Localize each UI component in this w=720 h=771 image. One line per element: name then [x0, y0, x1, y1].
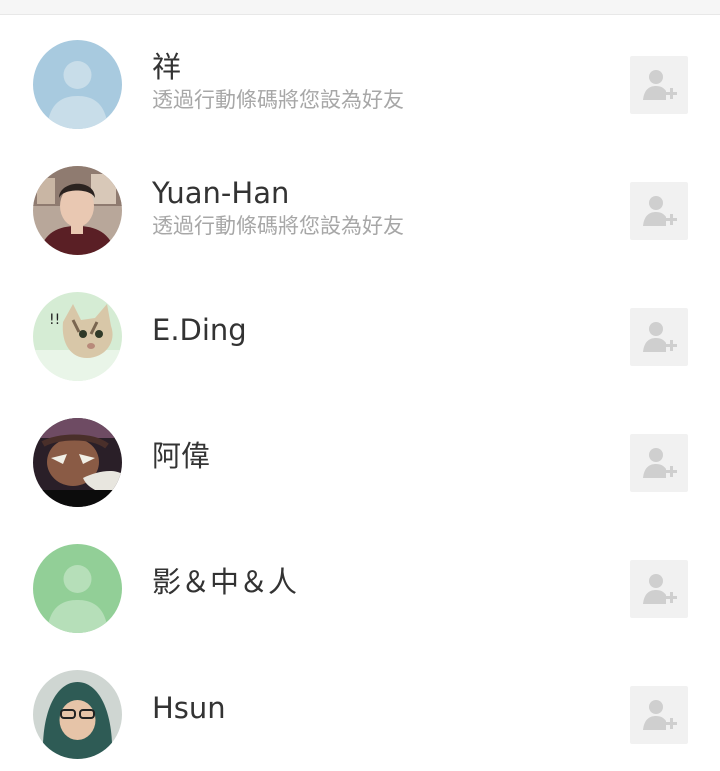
add-friend-icon	[643, 196, 677, 226]
add-friend-icon	[643, 70, 677, 100]
contact-subtitle: 透過行動條碼將您設為好友	[152, 214, 404, 238]
contact-name: Yuan-Han	[152, 176, 290, 210]
hood-photo-avatar[interactable]	[33, 670, 122, 759]
add-friend-button[interactable]	[630, 308, 688, 366]
add-friend-button[interactable]	[630, 434, 688, 492]
add-friend-button[interactable]	[630, 560, 688, 618]
add-friend-button[interactable]	[630, 182, 688, 240]
svg-text:!!: !!	[49, 312, 60, 328]
add-friend-button[interactable]	[630, 56, 688, 114]
contact-text: 影＆中＆人	[152, 565, 297, 599]
list-item[interactable]: Hsun	[0, 645, 720, 771]
friend-list: 祥 透過行動條碼將您設為好友 Yuan-Han 透過行動條碼將您設為好友 !! …	[0, 15, 720, 771]
contact-name: Hsun	[152, 691, 226, 725]
add-friend-icon	[643, 700, 677, 730]
contact-name: 祥	[152, 50, 182, 84]
contact-name: E.Ding	[152, 313, 247, 347]
anime-photo-avatar[interactable]	[33, 418, 122, 507]
list-item[interactable]: 影＆中＆人	[0, 519, 720, 645]
top-bar	[0, 0, 720, 15]
add-friend-icon	[643, 322, 677, 352]
contact-text: 阿偉	[152, 439, 210, 473]
contact-name: 影＆中＆人	[152, 565, 298, 599]
contact-subtitle: 透過行動條碼將您設為好友	[152, 88, 404, 112]
contact-text: E.Ding	[152, 313, 247, 347]
contact-text: Hsun	[152, 691, 226, 725]
contact-text: 祥 透過行動條碼將您設為好友	[152, 50, 404, 114]
list-item[interactable]: Yuan-Han 透過行動條碼將您設為好友	[0, 141, 720, 267]
list-item[interactable]: !! E.Ding	[0, 267, 720, 393]
add-friend-icon	[643, 574, 677, 604]
contact-text: Yuan-Han 透過行動條碼將您設為好友	[152, 176, 404, 240]
list-item[interactable]: 祥 透過行動條碼將您設為好友	[0, 15, 720, 141]
add-friend-button[interactable]	[630, 686, 688, 744]
default-avatar-icon[interactable]	[33, 40, 122, 129]
add-friend-icon	[643, 448, 677, 478]
person-photo-avatar[interactable]	[33, 166, 122, 255]
list-item[interactable]: 阿偉	[0, 393, 720, 519]
cat-photo-avatar[interactable]: !!	[33, 292, 122, 381]
default-avatar-icon[interactable]	[33, 544, 122, 633]
contact-name: 阿偉	[152, 439, 211, 473]
